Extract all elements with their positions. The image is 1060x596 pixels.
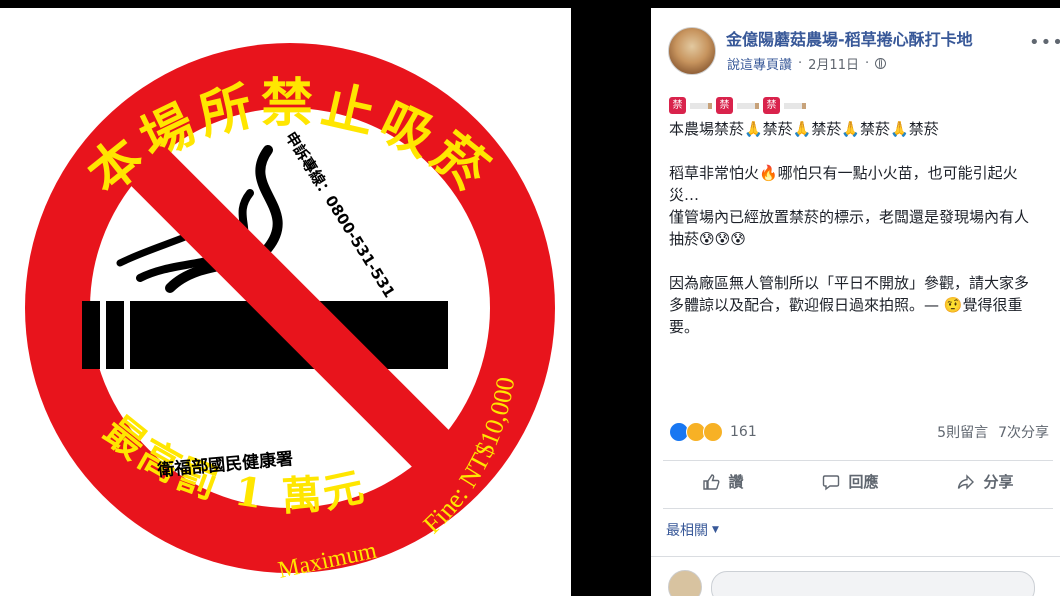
page-avatar[interactable] bbox=[668, 27, 716, 75]
haha-reaction-icon[interactable] bbox=[703, 422, 723, 442]
shares-count[interactable]: 7次分享 bbox=[998, 422, 1049, 442]
divider bbox=[651, 556, 1060, 557]
share-icon bbox=[958, 473, 975, 490]
post-date[interactable]: 2月11日 bbox=[808, 54, 859, 73]
thumbs-up-icon bbox=[703, 473, 720, 490]
sort-label: 最相關 bbox=[666, 523, 708, 539]
no-smoking-sign: 本場所禁止吸菸 最高罰 1 萬元 Maximum Fine: NT$10,000… bbox=[25, 43, 555, 584]
cigarette-icon bbox=[737, 103, 759, 109]
more-icon[interactable]: ••• bbox=[1029, 32, 1060, 53]
post-paragraph: 稻草非常怕火🔥哪怕只有一點小火苗，也可能引起火災… 僅管場內已經放置禁菸的標示，… bbox=[669, 164, 1030, 248]
action-bar: 讚 回應 分享 bbox=[663, 467, 1053, 496]
facebook-post: 金億陽蘑菇農場-稻草捲心酥打卡地 說這專頁讚 · 2月11日 · ••• 禁 禁… bbox=[651, 8, 1060, 596]
like-page-link[interactable]: 說這專頁讚 bbox=[727, 54, 792, 73]
prohibited-icon: 禁 bbox=[763, 97, 780, 114]
share-label: 分享 bbox=[983, 473, 1014, 491]
emoji-row: 禁 禁 禁 bbox=[669, 97, 806, 114]
globe-icon bbox=[875, 58, 887, 69]
post-stats: 161 5則留言 7次分享 bbox=[669, 422, 1049, 442]
cigarette-tip bbox=[82, 301, 100, 369]
comment-icon bbox=[823, 474, 840, 490]
divider bbox=[663, 508, 1053, 509]
meta-separator: · bbox=[798, 56, 803, 71]
prohibited-icon: 禁 bbox=[716, 97, 733, 114]
comment-label: 回應 bbox=[848, 473, 879, 491]
engagement-counts: 5則留言 7次分享 bbox=[937, 422, 1049, 442]
meta-separator: · bbox=[864, 56, 870, 71]
commenter-avatar bbox=[668, 570, 702, 596]
cigarette-icon bbox=[690, 103, 712, 109]
like-label: 讚 bbox=[728, 473, 744, 491]
comment-button[interactable]: 回應 bbox=[812, 467, 888, 496]
like-button[interactable]: 讚 bbox=[692, 467, 753, 496]
comments-count[interactable]: 5則留言 bbox=[937, 422, 988, 442]
divider bbox=[663, 460, 1053, 461]
prohibited-icon: 禁 bbox=[669, 97, 686, 114]
chevron-down-icon: ▼ bbox=[712, 525, 719, 535]
cigarette-icon bbox=[784, 103, 806, 109]
cigarette-band bbox=[106, 301, 124, 369]
comment-sort-dropdown[interactable]: 最相關 ▼ bbox=[666, 520, 719, 540]
post-meta: 說這專頁讚 · 2月11日 · bbox=[727, 54, 887, 73]
post-paragraph: 因為廠區無人管制所以「平日不開放」參觀，請大家多多體諒以及配合，歡迎假日過來拍照… bbox=[669, 274, 1030, 336]
sign-image-panel: 本場所禁止吸菸 最高罰 1 萬元 Maximum Fine: NT$10,000… bbox=[0, 8, 571, 596]
reactions-count[interactable]: 161 bbox=[730, 424, 757, 440]
page-name-link[interactable]: 金億陽蘑菇農場-稻草捲心酥打卡地 bbox=[726, 26, 973, 50]
share-button[interactable]: 分享 bbox=[947, 467, 1023, 496]
post-body: 本農場禁菸🙏禁菸🙏禁菸🙏禁菸🙏禁菸 稻草非常怕火🔥哪怕只有一點小火苗，也可能引起… bbox=[669, 118, 1043, 360]
post-paragraph: 本農場禁菸🙏禁菸🙏禁菸🙏禁菸🙏禁菸 bbox=[669, 120, 939, 138]
comment-input[interactable] bbox=[711, 571, 1035, 596]
